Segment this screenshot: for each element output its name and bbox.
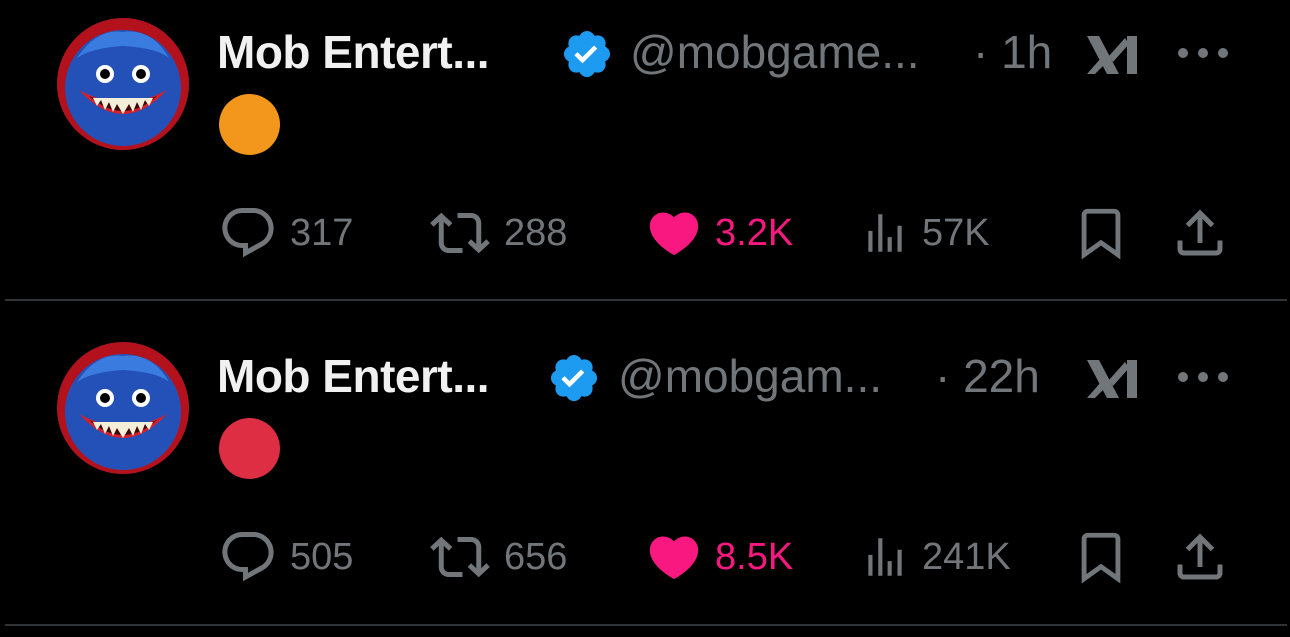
avatar[interactable] [57,342,189,474]
like-icon [649,536,699,580]
repost-icon [430,212,490,254]
views-icon [868,538,902,576]
reply-count: 505 [290,535,354,578]
share-icon [1177,533,1223,580]
repost-button[interactable]: 656 [428,522,567,592]
author-handle[interactable]: @mobgame... [630,24,920,80]
repost-icon [430,536,490,578]
grok-icon[interactable] [1083,34,1141,76]
share-icon [1177,209,1223,256]
repost-count: 656 [504,535,568,578]
bookmark-button[interactable] [1072,198,1130,268]
tweet-divider [5,624,1287,626]
like-button[interactable]: 3.2K [645,198,793,268]
author-handle[interactable]: @mobgam... [618,348,882,404]
like-count: 8.5K [715,535,794,578]
like-icon [649,212,699,256]
author-name[interactable]: Mob Entert... [217,348,490,404]
author-name[interactable]: Mob Entert... [217,24,490,80]
reply-icon [222,532,274,582]
views-count: 241K [922,535,1011,578]
views-count: 57K [922,211,990,254]
red-circle-emoji [219,418,280,479]
more-icon[interactable] [1174,32,1232,74]
repost-count: 288 [504,211,568,254]
reply-button[interactable]: 505 [218,522,353,592]
share-button[interactable] [1170,198,1230,268]
bookmark-icon [1081,532,1121,584]
repost-button[interactable]: 288 [428,198,567,268]
tweet-divider [5,299,1287,301]
bookmark-button[interactable] [1072,522,1130,592]
views-button[interactable]: 57K [860,198,990,268]
tweet-actions: 505 656 8.5K 241K [0,522,1290,592]
like-count: 3.2K [715,211,794,254]
more-icon[interactable] [1174,356,1232,398]
tweet[interactable]: Mob Entert... @mobgam... · 22h 505 656 8… [0,324,1290,624]
tweet[interactable]: Mob Entert... @mobgame... · 1h 317 288 3… [0,0,1290,300]
tweet-actions: 317 288 3.2K 57K [0,198,1290,268]
orange-circle-emoji [219,94,280,155]
avatar[interactable] [57,18,189,150]
timestamp[interactable]: · 22h [935,348,1040,404]
grok-icon[interactable] [1083,358,1141,400]
reply-count: 317 [290,211,354,254]
reply-icon [222,208,274,258]
timestamp[interactable]: · 1h [973,24,1052,80]
verified-badge-icon [550,354,598,402]
bookmark-icon [1081,208,1121,260]
views-button[interactable]: 241K [860,522,1011,592]
verified-badge-icon [563,30,611,78]
like-button[interactable]: 8.5K [645,522,793,592]
views-icon [868,214,902,252]
reply-button[interactable]: 317 [218,198,353,268]
share-button[interactable] [1170,522,1230,592]
